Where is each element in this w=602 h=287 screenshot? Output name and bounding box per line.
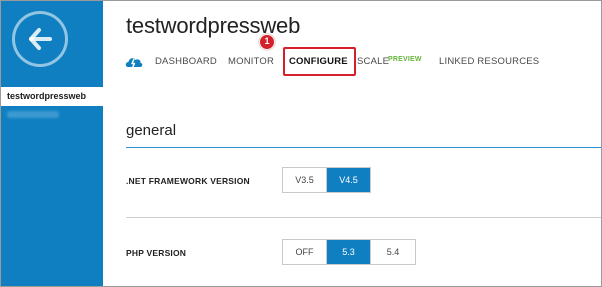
- php-option-53[interactable]: 5.3: [327, 240, 371, 264]
- configure-highlight-box: [283, 47, 356, 76]
- tab-linked-resources[interactable]: LINKED RESOURCES: [439, 56, 539, 67]
- php-version-label: PHP VERSION: [126, 248, 187, 258]
- row-divider: [126, 217, 601, 218]
- back-arrow-icon: [29, 28, 52, 50]
- tab-scale[interactable]: SCALE: [357, 56, 389, 67]
- section-divider: [126, 147, 601, 148]
- step-badge: 1: [259, 34, 275, 50]
- tab-monitor[interactable]: MONITOR: [228, 56, 274, 67]
- php-version-selector: OFF 5.3 5.4: [282, 239, 416, 265]
- php-option-54[interactable]: 5.4: [371, 240, 415, 264]
- net-framework-selector: V3.5 V4.5: [282, 167, 371, 193]
- net-framework-option-v35[interactable]: V3.5: [283, 168, 327, 192]
- sidebar: testwordpressweb: [1, 1, 103, 286]
- portal-window: testwordpressweb testwordpressweb DASHBO…: [0, 0, 602, 287]
- back-button[interactable]: [12, 11, 68, 67]
- page-title: testwordpressweb: [126, 13, 301, 38]
- section-title: general: [126, 122, 177, 139]
- php-option-off[interactable]: OFF: [283, 240, 327, 264]
- net-framework-label: .NET FRAMEWORK VERSION: [126, 176, 250, 186]
- sidebar-item-subtitle-redacted: [7, 111, 59, 118]
- preview-badge: PREVIEW: [388, 56, 422, 63]
- sidebar-item-website[interactable]: testwordpressweb: [1, 87, 103, 106]
- cloud-lightning-icon[interactable]: [124, 55, 144, 69]
- tab-dashboard[interactable]: DASHBOARD: [155, 56, 217, 67]
- net-framework-option-v45[interactable]: V4.5: [327, 168, 370, 192]
